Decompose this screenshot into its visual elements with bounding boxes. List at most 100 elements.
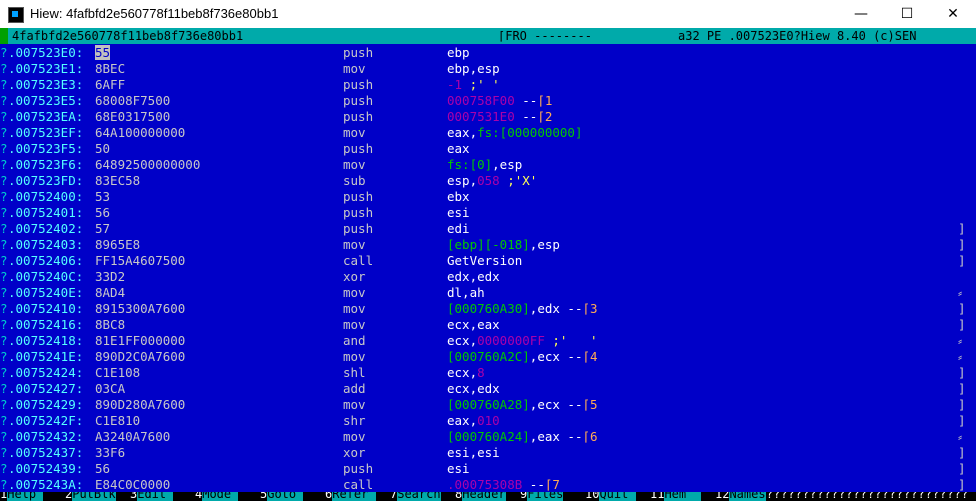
fkey-5[interactable]: 5Goto [260, 492, 304, 501]
operand-reg: ,esp [492, 157, 523, 172]
row-bytes: E84C0C0000 [95, 477, 171, 492]
operand-ref[interactable]: ⌈2 [537, 109, 552, 124]
row-mnemonic: shr [343, 413, 366, 428]
code-row[interactable]: ? .007523F6: 64892500000000 mov fs:[0],esp [0, 157, 976, 173]
row-marker: ? [0, 253, 8, 268]
operand-reg: ,eax -- [529, 429, 583, 444]
row-marker: ? [0, 45, 8, 60]
operand-ref[interactable]: ⌈1 [537, 93, 552, 108]
code-row[interactable]: ? .00752402: 57 push edi] [0, 221, 976, 237]
fkey-7[interactable]: 7Search [390, 492, 441, 501]
row-mnemonic: mov [343, 125, 366, 140]
fkey-number: 1 [0, 492, 8, 501]
row-mnemonic: call [343, 477, 374, 492]
fkey-10[interactable]: 10Quit [585, 492, 636, 501]
maximize-button[interactable]: ☐ [884, 0, 930, 28]
row-operands: ecx,eax [447, 317, 500, 333]
status-filename: 4fafbfd2e560778f11beb8f736e80bb1 [12, 29, 244, 43]
row-bytes: 8AD4 [95, 285, 126, 300]
fkey-label: Hem [664, 492, 701, 501]
code-row[interactable]: ? .00752401: 56 push esi [0, 205, 976, 221]
code-row[interactable]: ? .00752437: 33F6 xor esi,esi] [0, 445, 976, 461]
operand-num: 058 [477, 173, 500, 188]
row-bytes: C1E810 [95, 413, 141, 428]
operand-reg: edx,edx [447, 269, 500, 284]
scrollbar-glyph: ] [958, 317, 966, 332]
code-row[interactable]: ? .00752416: 8BC8 mov ecx,eax] [0, 317, 976, 333]
operand-num: .00075308B [447, 477, 523, 492]
fkey-1[interactable]: 1Help [0, 492, 44, 501]
operand-reg: ecx,eax [447, 317, 500, 332]
code-row[interactable]: ? .0075243A: E84C0C0000 call .00075308B --⌈7… [0, 477, 976, 492]
row-mnemonic: mov [343, 349, 366, 364]
minimize-button[interactable]: — [838, 0, 884, 28]
operand-mem: [ebp][-018] [447, 237, 530, 252]
code-row[interactable]: ? .007523E1: 8BEC mov ebp,esp [0, 61, 976, 77]
fkey-label: Header [462, 492, 506, 501]
code-row[interactable]: ? .007523E5: 68008F7500 push 000758F00 --⌈1 [0, 93, 976, 109]
code-row[interactable]: ? .0075240E: 8AD4 mov dl,ah ⸗ [0, 285, 976, 301]
fkey-3[interactable]: 3Edit [130, 492, 174, 501]
status-indicator [0, 28, 8, 44]
fkey-2[interactable]: 2PutBlk [65, 492, 116, 501]
row-marker: ? [0, 429, 8, 444]
scrollbar-glyph: ] [958, 397, 966, 412]
operand-ref[interactable]: ⌈5 [582, 397, 597, 412]
disassembly-listing[interactable]: ? .007523E0: 55 push ebp? .007523E1: 8BEC mov eb… [0, 45, 976, 492]
row-mnemonic: push [343, 45, 374, 60]
row-operands: ebp,esp [447, 61, 500, 77]
row-bytes: 8BEC [95, 61, 126, 76]
fkey-label: Files [527, 492, 564, 501]
row-address: .00752429: [8, 397, 84, 412]
row-address: .0075243A: [8, 477, 84, 492]
row-mnemonic: mov [343, 317, 366, 332]
row-marker: ? [0, 77, 8, 92]
operand-ref[interactable]: ⌈4 [582, 349, 597, 364]
code-row[interactable]: ? .00752429: 890D280A7600 mov [000760A28],ec… [0, 397, 976, 413]
code-row[interactable]: ? .00752418: 81E1FF000000 and ecx,0000000FF … [0, 333, 976, 349]
fkey-11[interactable]: 11Hem [650, 492, 701, 501]
fkey-6[interactable]: 6Refer [325, 492, 376, 501]
code-row[interactable]: ? .007523E0: 55 push ebp [0, 45, 976, 61]
row-operands: [000760A30],edx --⌈3 [447, 301, 598, 317]
code-row[interactable]: ? .007523EF: 64A100000000 mov eax,fs:[000000… [0, 125, 976, 141]
code-row[interactable]: ? .0075241E: 890D2C0A7600 mov [000760A2C],ec… [0, 349, 976, 365]
operand-ref[interactable]: ⌈6 [582, 429, 597, 444]
row-operands: esi [447, 205, 470, 221]
code-row[interactable]: ? .00752400: 53 push ebx [0, 189, 976, 205]
row-operands: GetVersion [447, 253, 522, 269]
code-row[interactable]: ? .00752424: C1E108 shl ecx,8] [0, 365, 976, 381]
fkey-4[interactable]: 4Mode [195, 492, 239, 501]
row-mnemonic: mov [343, 285, 366, 300]
code-row[interactable]: ? .007523EA: 68E0317500 push 0007531E0 --⌈2 [0, 109, 976, 125]
code-row[interactable]: ? .00752432: A3240A7600 mov [000760A24],eax … [0, 429, 976, 445]
row-operands: eax [447, 141, 470, 157]
code-row[interactable]: ? .00752410: 8915300A7600 mov [000760A30],ed… [0, 301, 976, 317]
code-row[interactable]: ? .0075240C: 33D2 xor edx,edx [0, 269, 976, 285]
close-button[interactable]: ✕ [930, 0, 976, 28]
code-row[interactable]: ? .007523FD: 83EC58 sub esp,058 ;'X' [0, 173, 976, 189]
cursor-cell[interactable]: 55 [95, 45, 111, 60]
operand-sym: -- [514, 109, 538, 124]
code-row[interactable]: ? .00752403: 8965E8 mov [ebp][-018],esp] [0, 237, 976, 253]
code-row[interactable]: ? .00752406: FF15A4607500 call GetVersion] [0, 253, 976, 269]
row-operands: dl,ah [447, 285, 485, 301]
fkey-12[interactable]: 12Names [715, 492, 766, 501]
code-row[interactable]: ? .007523E3: 6AFF push -1 ;' ' [0, 77, 976, 93]
operand-ref[interactable]: ⌈7 [545, 477, 560, 492]
code-row[interactable]: ? .007523F5: 50 push eax [0, 141, 976, 157]
row-bytes: 56 [95, 205, 111, 220]
scrollbar-glyph: ] [958, 221, 966, 236]
code-row[interactable]: ? .00752439: 56 push esi] [0, 461, 976, 477]
code-row[interactable]: ? .0075242F: C1E810 shr eax,010] [0, 413, 976, 429]
operand-mem: [000760A28] [447, 397, 530, 412]
code-row[interactable]: ? .00752427: 03CA add ecx,edx] [0, 381, 976, 397]
row-address: .0075241E: [8, 349, 84, 364]
fkey-8[interactable]: 8Header [455, 492, 506, 501]
operand-ref[interactable]: ⌈3 [582, 301, 597, 316]
row-bytes: 64A100000000 [95, 125, 186, 140]
fkey-9[interactable]: 9Files [520, 492, 564, 501]
row-operands: 000758F00 --⌈1 [447, 93, 552, 109]
row-operands: esp,058 ;'X' [447, 173, 537, 189]
window-titlebar[interactable]: Hiew: 4fafbfd2e560778f11beb8f736e80bb1 —… [0, 0, 976, 29]
